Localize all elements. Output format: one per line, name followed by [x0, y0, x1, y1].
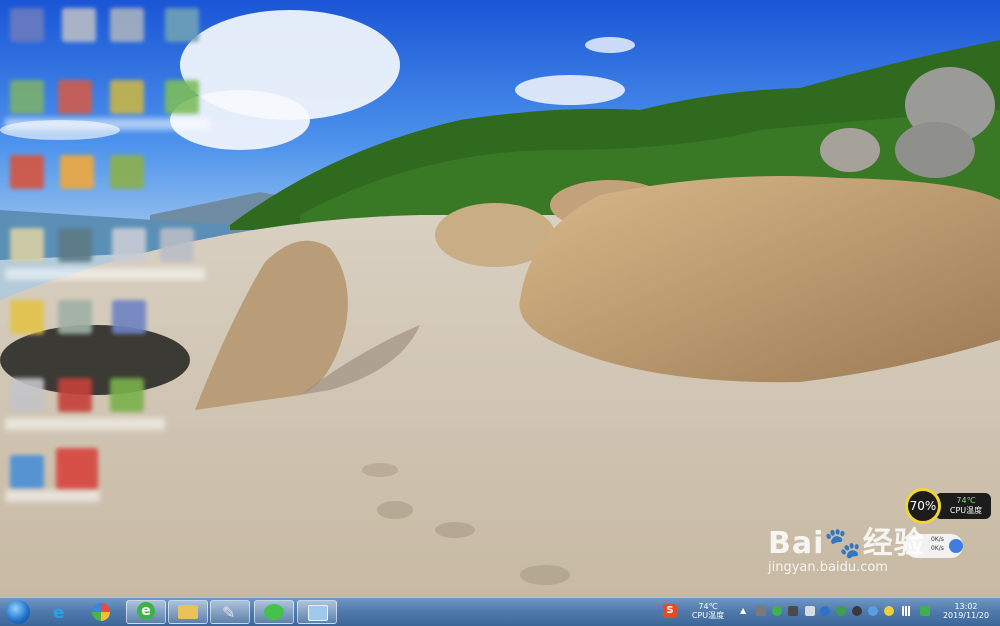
start-button[interactable] [2, 600, 34, 624]
tray-app-icon[interactable] [868, 606, 878, 616]
taskbar: e e ✎ S 74℃ CPU温度 ▲ 13:02 2019/11/20 [0, 597, 1000, 626]
tools-icon: ✎ [222, 603, 236, 622]
app-360-icon [92, 603, 110, 621]
desktop-icon[interactable] [60, 155, 94, 189]
tray-clock[interactable]: 13:02 2019/11/20 [938, 602, 994, 620]
tray-app-icon[interactable] [836, 606, 846, 616]
desktop-icon[interactable] [10, 80, 44, 114]
taskbar-explorer[interactable] [168, 600, 208, 624]
taskbar-app-360[interactable] [82, 600, 122, 624]
desktop-icon[interactable] [62, 8, 96, 42]
paw-icon: 🐾 [824, 526, 863, 561]
desktop-icon[interactable] [58, 80, 92, 114]
desktop-icon[interactable] [58, 228, 92, 262]
desktop-icon[interactable] [10, 300, 44, 334]
cpu-temp-label: CPU温度 [949, 506, 983, 515]
taskbar-remote-desktop[interactable] [297, 600, 337, 624]
beach-wallpaper [0, 0, 1000, 597]
desktop-icon[interactable] [58, 378, 92, 412]
ie-browser-icon: e [137, 602, 155, 620]
desktop-icon[interactable] [10, 228, 44, 262]
desktop-icon-label [5, 490, 100, 502]
desktop-wallpaper: 74℃ CPU温度 70% 0K/s 0K/s Bai🐾经验 jingyan.b… [0, 0, 1000, 597]
desktop-icon-label [5, 268, 205, 280]
start-orb-icon [6, 600, 30, 624]
desktop-icon[interactable] [165, 8, 199, 42]
desktop-icon[interactable] [10, 8, 44, 42]
desktop-icon[interactable] [112, 300, 146, 334]
net-down-speed: 0K/s [931, 545, 944, 552]
net-up-speed: 0K/s [931, 536, 944, 543]
folder-icon [178, 605, 198, 619]
clock-date: 2019/11/20 [942, 611, 990, 620]
desktop-icon[interactable] [10, 155, 44, 189]
taskbar-ie[interactable]: e [42, 600, 82, 624]
desktop-icon-label [5, 418, 165, 430]
desktop-icon[interactable] [10, 378, 44, 412]
desktop-icon[interactable] [110, 155, 144, 189]
tray-app-icon[interactable] [884, 606, 894, 616]
desktop-icon[interactable] [112, 228, 146, 262]
desktop-icon[interactable] [110, 8, 144, 42]
cpu-temp-panel: 74℃ CPU温度 [935, 493, 991, 519]
desktop-icon[interactable] [110, 80, 144, 114]
tray-cpu-temp[interactable]: 74℃ CPU温度 [690, 602, 726, 620]
security-shield-icon[interactable] [920, 606, 930, 616]
desktop-icon[interactable] [165, 80, 199, 114]
tray-cpu-temp-value: 74℃ [698, 602, 718, 611]
ie-icon: e [53, 603, 65, 623]
tray-app-icon[interactable] [820, 606, 830, 616]
desktop-icon[interactable] [160, 228, 194, 262]
desktop-icon[interactable] [56, 448, 98, 490]
tray-app-icon[interactable] [852, 606, 862, 616]
accelerator-icon [949, 539, 963, 553]
sogou-input-icon[interactable]: S [663, 604, 677, 618]
desktop-icon[interactable] [110, 378, 144, 412]
desktop-icon-label [5, 118, 210, 130]
taskbar-wechat[interactable] [254, 600, 294, 624]
desktop-icon[interactable] [58, 300, 92, 334]
volume-icon[interactable] [805, 606, 815, 616]
desktop-icon[interactable] [10, 455, 44, 489]
tray-cpu-temp-label: CPU温度 [691, 611, 725, 620]
network-icon[interactable] [902, 606, 912, 616]
show-hidden-icons-button[interactable]: ▲ [740, 606, 750, 616]
monitor-icon[interactable] [788, 606, 798, 616]
watermark-brand-cn: 经验 [862, 526, 925, 561]
cpu-temp-value: 74℃ [956, 496, 976, 505]
wechat-icon [264, 604, 284, 620]
watermark-url: jingyan.baidu.com [768, 560, 888, 575]
taskbar-ie-browser[interactable]: e [126, 600, 166, 624]
baidu-jingyan-watermark: Bai🐾经验 jingyan.baidu.com [768, 518, 925, 575]
clock-time: 13:02 [954, 602, 978, 611]
tray-app-icon[interactable] [756, 606, 766, 616]
watermark-brand: Bai [768, 526, 825, 561]
taskbar-tools[interactable]: ✎ [210, 600, 250, 624]
tray-app-icon[interactable] [772, 606, 782, 616]
remote-desktop-icon [308, 605, 328, 621]
